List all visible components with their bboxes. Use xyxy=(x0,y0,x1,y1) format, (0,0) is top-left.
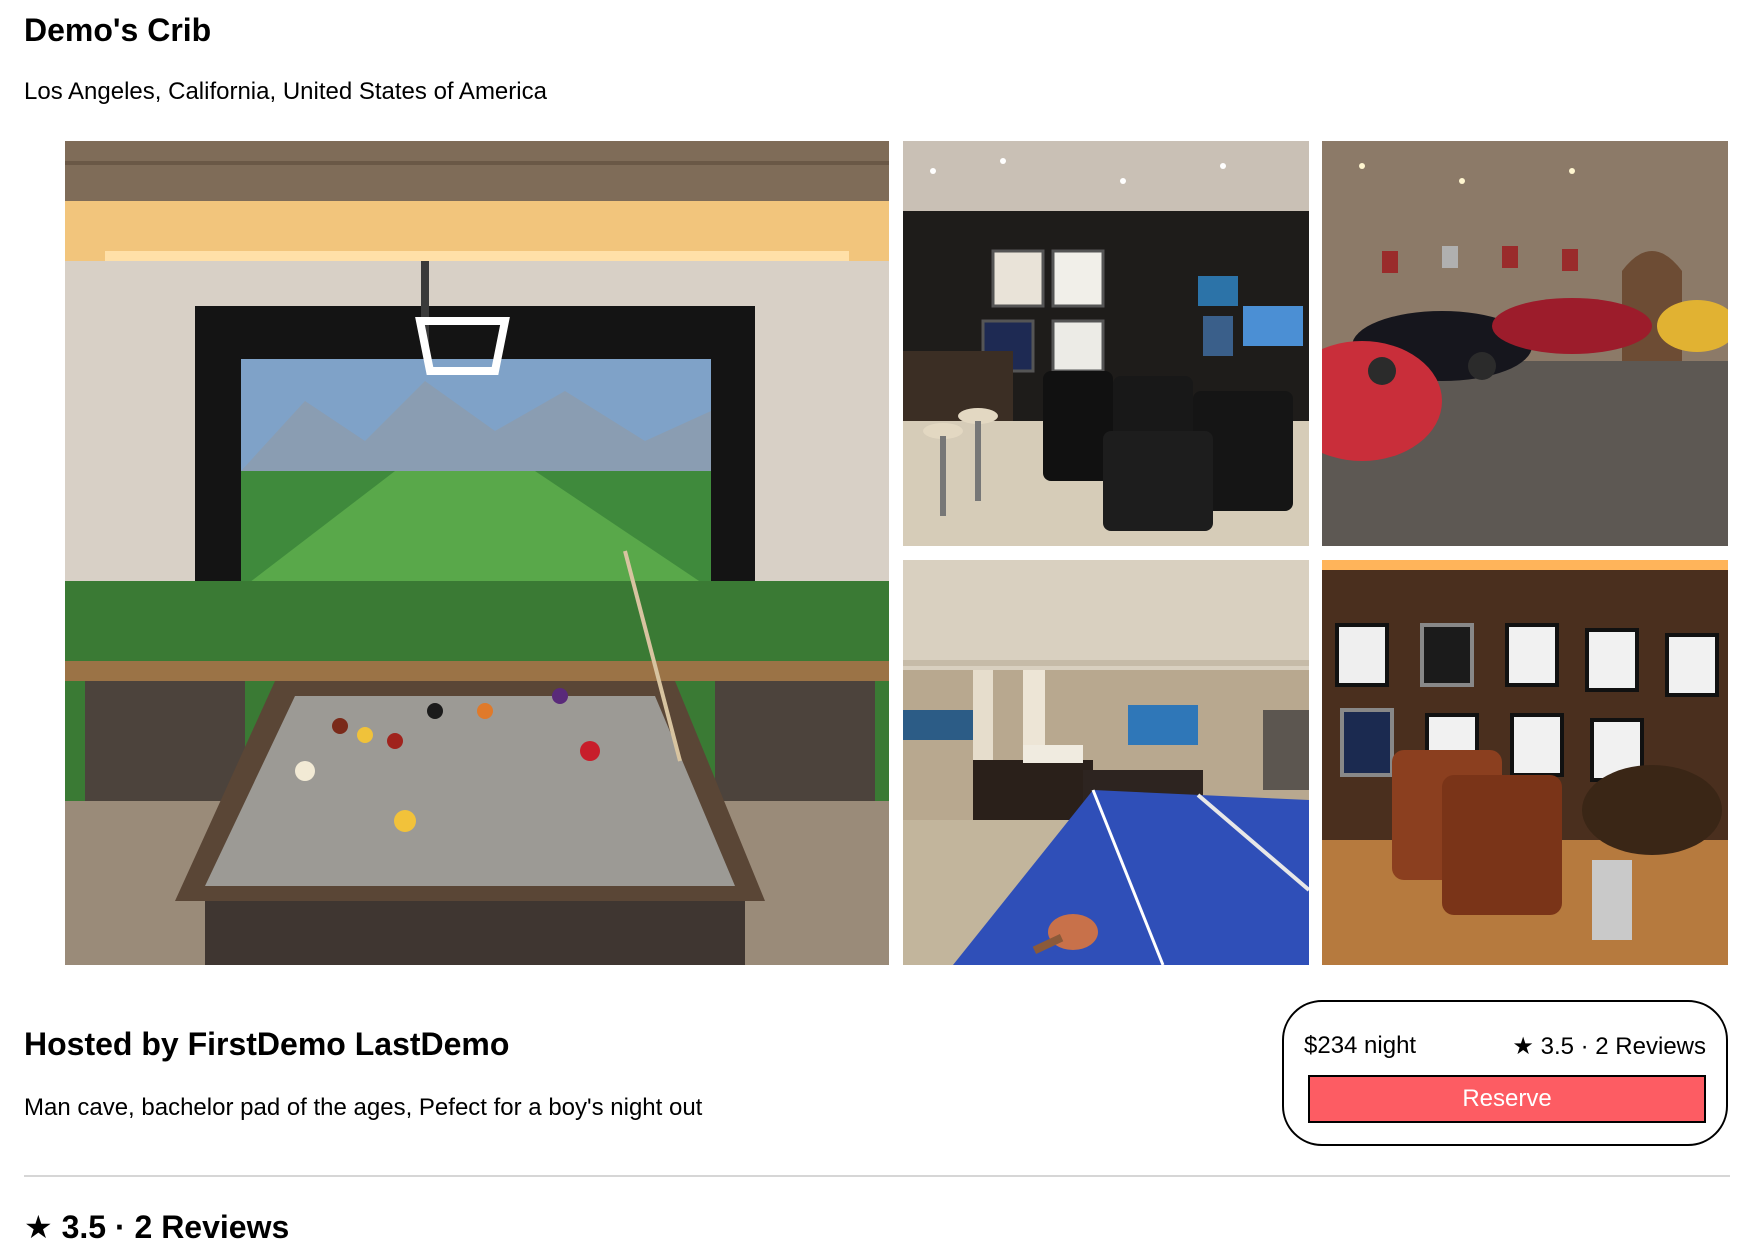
reviews-heading: ★ 3.5 · 2 Reviews xyxy=(24,1208,289,1246)
reserve-button[interactable]: Reserve xyxy=(1308,1075,1706,1123)
photo-car-garage[interactable] xyxy=(1322,141,1728,546)
listing-title: Demo's Crib xyxy=(24,12,212,48)
booking-rating: ★ 3.5 · 2 Reviews xyxy=(1512,1032,1706,1061)
booking-card: $234 night ★ 3.5 · 2 Reviews Reserve xyxy=(1282,1000,1728,1146)
photo-bar-theater[interactable] xyxy=(903,141,1309,546)
listing-location: Los Angeles, California, United States o… xyxy=(24,78,547,105)
star-icon: ★ xyxy=(1512,1033,1534,1060)
booking-rating-text: 3.5 · 2 Reviews xyxy=(1540,1033,1706,1060)
star-icon: ★ xyxy=(24,1209,53,1245)
nightly-price: $234 night xyxy=(1304,1032,1417,1059)
photo-jersey-theater[interactable] xyxy=(1322,560,1728,965)
listing-description: Man cave, bachelor pad of the ages, Pefe… xyxy=(24,1094,703,1121)
host-heading: Hosted by FirstDemo LastDemo xyxy=(24,1026,510,1062)
photo-ping-pong[interactable] xyxy=(903,560,1309,965)
photo-main[interactable] xyxy=(65,141,889,965)
section-divider xyxy=(24,1175,1730,1177)
reviews-summary: 3.5 · 2 Reviews xyxy=(61,1209,290,1245)
